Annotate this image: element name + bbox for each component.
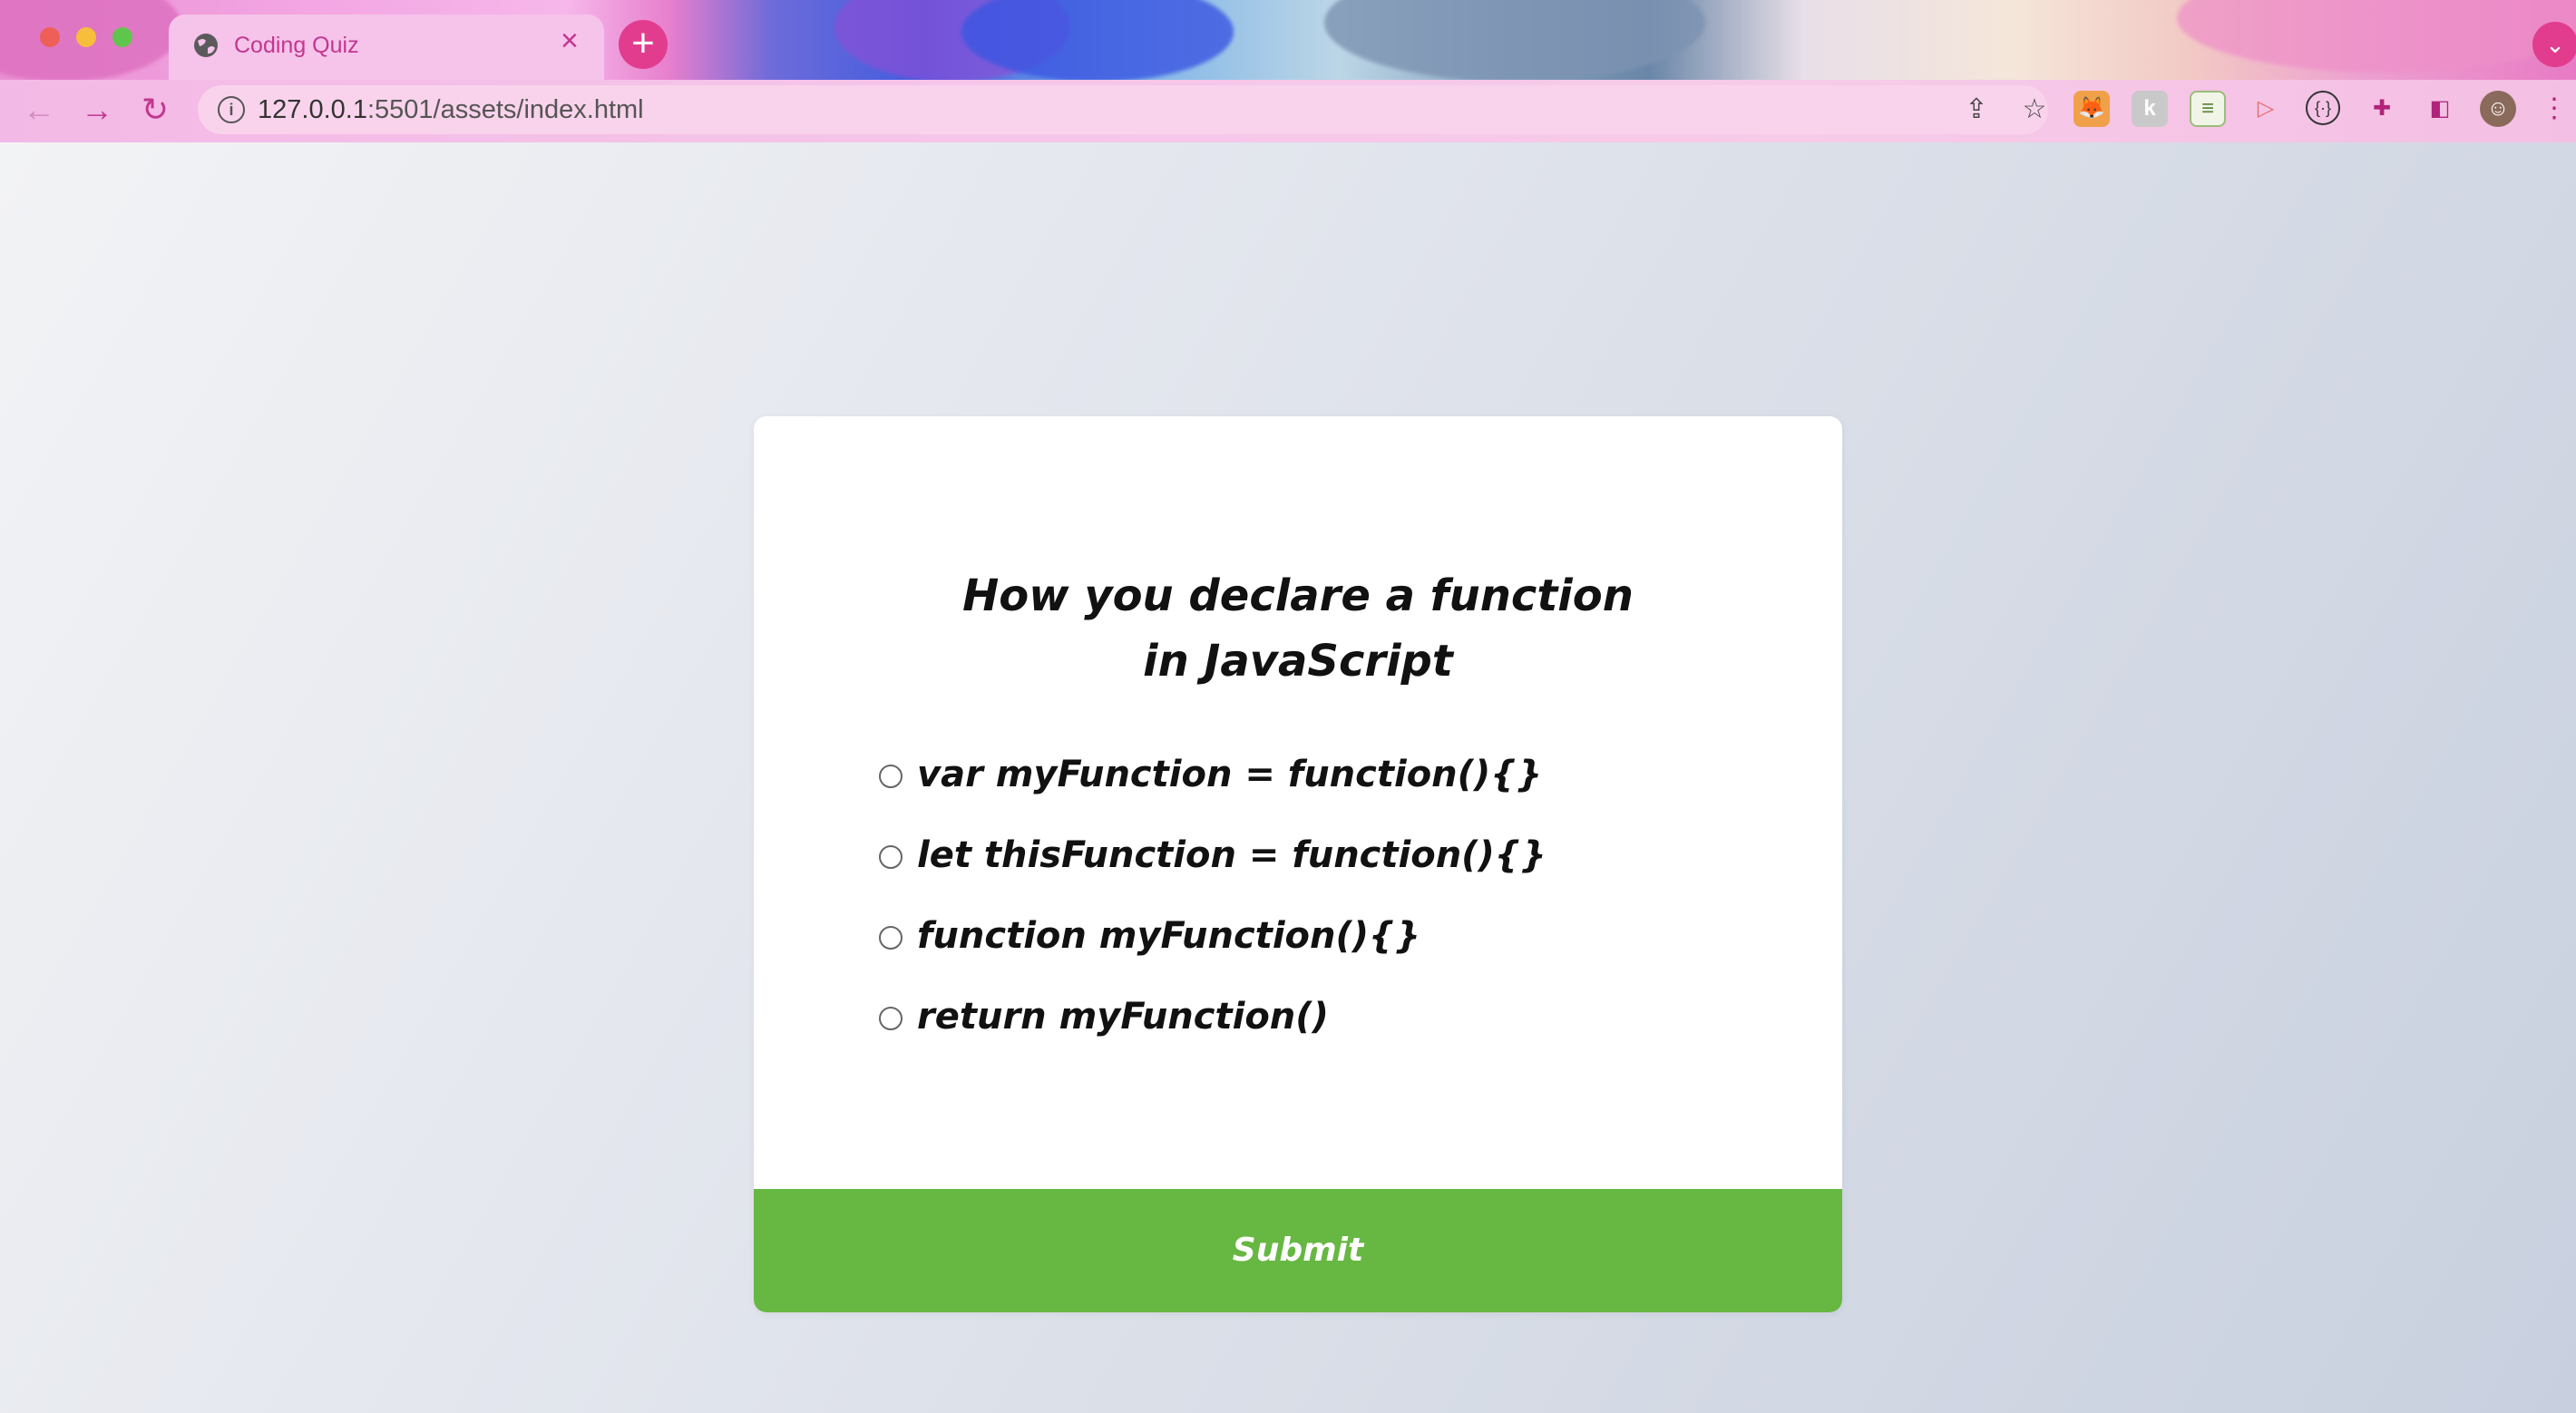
record-extension-icon[interactable]: ▷ xyxy=(2248,91,2284,127)
site-info-icon[interactable]: i xyxy=(218,96,245,123)
submit-button[interactable]: Submit xyxy=(754,1189,1842,1312)
minimize-window-button[interactable] xyxy=(76,27,96,47)
radio-button[interactable] xyxy=(879,765,903,788)
close-window-button[interactable] xyxy=(40,27,60,47)
answer-label[interactable]: let thisFunction = function(){} xyxy=(917,831,1547,880)
page-background: How you declare a function in JavaScript… xyxy=(0,142,2576,1413)
reload-button[interactable]: ↻ xyxy=(134,89,176,131)
answer-label[interactable]: var myFunction = function(){} xyxy=(917,750,1542,799)
k-extension-icon[interactable]: k xyxy=(2132,91,2168,127)
braces-extension-icon[interactable]: {·} xyxy=(2306,91,2340,125)
sheet-extension-icon[interactable]: ≡ xyxy=(2190,91,2226,127)
radio-button[interactable] xyxy=(879,926,903,950)
url-host: 127.0.0.1 xyxy=(258,95,367,124)
radio-button[interactable] xyxy=(879,845,903,869)
forward-button[interactable]: → xyxy=(76,89,118,131)
url-text[interactable]: 127.0.0.1:5501/assets/index.html xyxy=(258,95,644,125)
url-path: :5501/assets/index.html xyxy=(366,95,644,124)
question-title: How you declare a function in JavaScript xyxy=(962,570,1634,687)
answer-label[interactable]: return myFunction() xyxy=(917,992,1329,1041)
tab-title: Coding Quiz xyxy=(234,33,359,58)
sidepanel-icon[interactable]: ◧ xyxy=(2422,91,2458,127)
tab-close-icon[interactable]: × xyxy=(561,25,579,56)
address-bar[interactable]: i 127.0.0.1:5501/assets/index.html ⇪ ☆ xyxy=(198,85,2048,134)
browser-chrome: Coding Quiz × + ⌄ ← → ↻ i 127.0.0.1:5501… xyxy=(0,0,2576,142)
profile-avatar[interactable]: ☺ xyxy=(2480,91,2516,127)
tab-coding-quiz[interactable]: Coding Quiz × xyxy=(169,15,604,80)
bookmark-star-icon[interactable]: ☆ xyxy=(2019,94,2050,125)
globe-icon xyxy=(194,34,218,57)
maximize-window-button[interactable] xyxy=(112,27,132,47)
share-icon[interactable]: ⇪ xyxy=(1961,94,1992,125)
fox-extension-icon[interactable]: 🦊 xyxy=(2073,91,2110,127)
back-button[interactable]: ← xyxy=(18,89,60,131)
puzzle-extensions-icon[interactable]: ✚ xyxy=(2364,91,2400,127)
new-tab-button[interactable]: + xyxy=(619,20,668,69)
radio-button[interactable] xyxy=(879,1007,903,1030)
answer-label[interactable]: function myFunction(){} xyxy=(917,911,1420,960)
browser-menu-icon[interactable]: ⋮ xyxy=(2536,91,2572,127)
quiz-card: How you declare a function in JavaScript… xyxy=(754,416,1842,1312)
tab-search-chevron-icon[interactable]: ⌄ xyxy=(2532,22,2576,67)
